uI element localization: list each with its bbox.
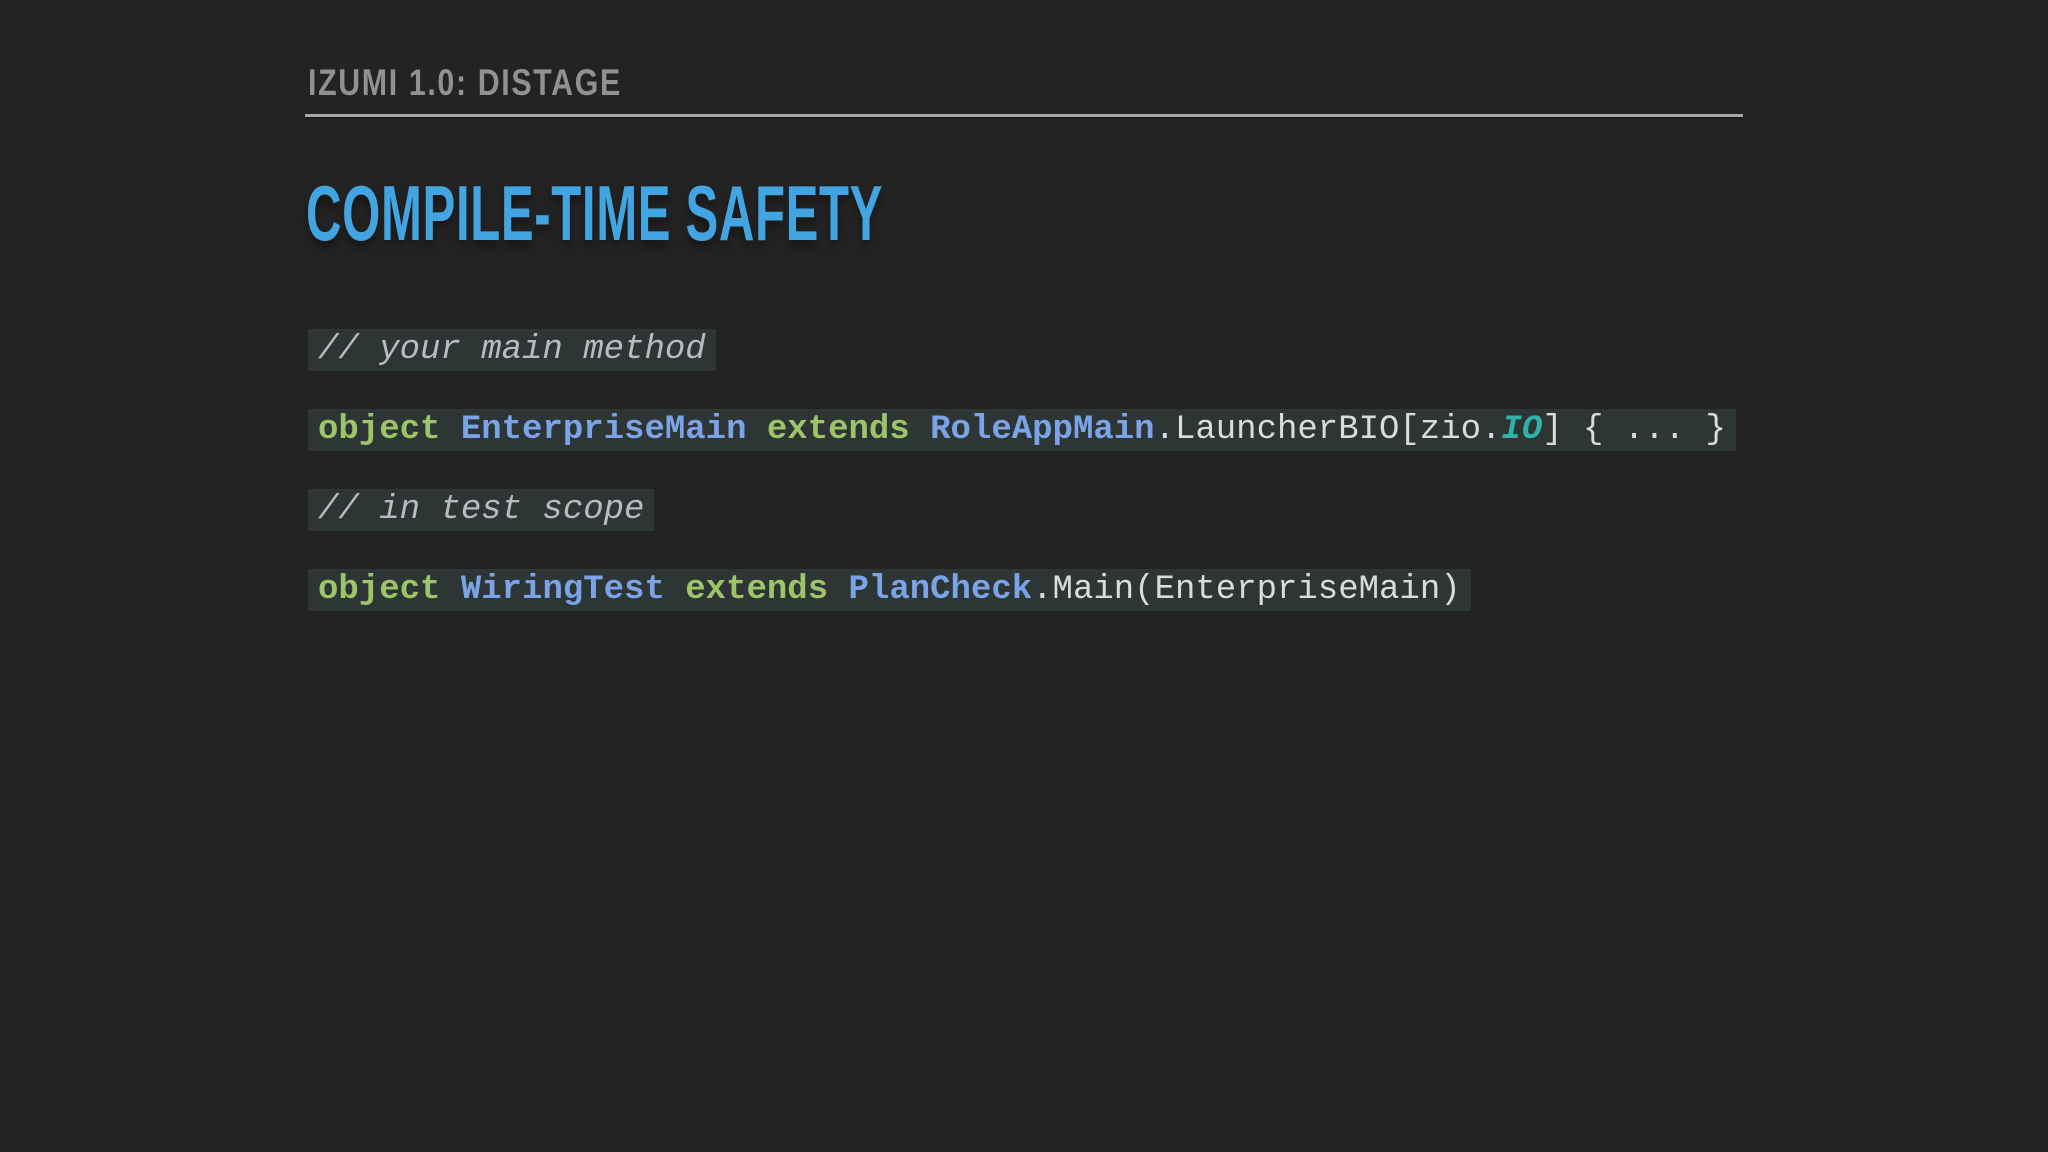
code-token: RoleAppMain (930, 411, 1155, 449)
code-token: EnterpriseMain (460, 411, 747, 449)
code-chip: object WiringTest extends PlanCheck.Main… (308, 569, 1471, 611)
code-token: extends (685, 571, 829, 609)
code-token: object (318, 411, 441, 449)
code-block: // your main method object EnterpriseMain… (308, 329, 1736, 649)
code-token: extends (766, 411, 910, 449)
code-line: object EnterpriseMain extends RoleAppMai… (308, 409, 1736, 451)
presentation-slide: IZUMI 1.0: DISTAGE COMPILE-TIME SAFETY /… (0, 0, 2048, 1152)
code-token: .LauncherBIO[zio. (1154, 411, 1502, 449)
code-chip: // in test scope (308, 489, 655, 531)
code-token: // in test scope (318, 491, 645, 529)
code-line: object WiringTest extends PlanCheck.Main… (308, 569, 1736, 611)
header-divider (305, 114, 1743, 117)
code-token: ] { ... } (1542, 411, 1726, 449)
code-token: // your main method (318, 331, 706, 369)
code-chip: object EnterpriseMain extends RoleAppMai… (308, 409, 1736, 451)
code-line: // in test scope (308, 489, 1736, 531)
code-token: object (318, 571, 441, 609)
code-chip: // your main method (308, 329, 716, 371)
code-token: PlanCheck (848, 571, 1033, 609)
slide-kicker: IZUMI 1.0: DISTAGE (308, 62, 622, 103)
code-token: IO (1501, 411, 1543, 449)
code-token: .Main(EnterpriseMain) (1032, 571, 1461, 609)
code-line: // your main method (308, 329, 1736, 371)
code-token: WiringTest (460, 571, 665, 609)
slide-title: COMPILE-TIME SAFETY (306, 169, 884, 257)
